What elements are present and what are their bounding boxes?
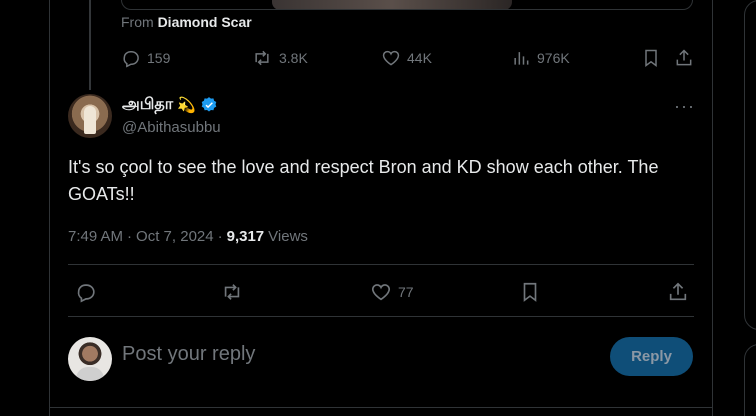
reply-icon xyxy=(123,51,139,68)
author-name-row: அபிதா 💫 xyxy=(122,95,218,115)
tweet-time[interactable]: 7:49 AM xyxy=(68,228,123,245)
more-options-icon[interactable]: ··· xyxy=(674,96,695,117)
share-icon xyxy=(669,282,687,301)
heart-icon xyxy=(371,284,391,301)
thread-line xyxy=(89,0,91,90)
tweet-bookmark-button[interactable] xyxy=(519,281,541,303)
media-preview[interactable] xyxy=(121,0,693,10)
share-button[interactable] xyxy=(674,48,694,68)
like-action[interactable]: 44K xyxy=(381,48,432,68)
repost-icon xyxy=(255,50,269,66)
sparkle-emoji: 💫 xyxy=(177,97,196,114)
author-display-name[interactable]: அபிதா xyxy=(122,95,173,115)
repost-icon xyxy=(224,284,240,300)
tweet-text: It's so çool to see the love and respect… xyxy=(68,157,659,204)
bookmark-icon xyxy=(645,49,657,67)
tweet-repost-button[interactable] xyxy=(220,281,244,303)
attribution-prefix: From xyxy=(121,14,154,30)
media-attribution: From Diamond Scar xyxy=(121,14,252,30)
next-section-divider xyxy=(49,407,713,416)
bookmark-button[interactable] xyxy=(641,48,661,68)
author-avatar[interactable] xyxy=(68,94,112,138)
divider xyxy=(68,316,694,317)
tweet-like-button[interactable]: 77 xyxy=(370,281,414,303)
share-icon xyxy=(676,49,692,66)
author-handle[interactable]: @Abithasubbu xyxy=(122,119,221,136)
reply-action[interactable]: 159 xyxy=(121,48,170,68)
heart-icon xyxy=(382,50,400,66)
meta-separator: · xyxy=(217,228,223,245)
reply-count: 159 xyxy=(147,50,171,66)
views-action[interactable]: 976K xyxy=(511,48,570,68)
views-count: 976K xyxy=(537,50,570,66)
verified-badge-icon[interactable] xyxy=(200,96,218,114)
bookmark-icon xyxy=(523,282,537,302)
bar-chart-icon xyxy=(514,52,529,65)
current-user-avatar[interactable] xyxy=(68,337,112,381)
tweet-meta: 7:49 AM · Oct 7, 2024 · 9,317 Views xyxy=(68,228,308,245)
repost-action[interactable]: 3.8K xyxy=(251,48,308,68)
reply-icon xyxy=(77,284,95,303)
meta-separator: · xyxy=(127,228,133,245)
tweet-views-label: Views xyxy=(268,228,308,245)
tweet-views-count: 9,317 xyxy=(226,228,265,245)
reply-submit-button[interactable]: Reply xyxy=(610,337,693,376)
tweet-like-count: 77 xyxy=(398,284,414,300)
sidebar-card-edge xyxy=(744,344,756,416)
divider xyxy=(68,264,694,265)
attribution-name[interactable]: Diamond Scar xyxy=(158,14,252,30)
like-count: 44K xyxy=(407,50,432,66)
tweet-date[interactable]: Oct 7, 2024 xyxy=(136,228,214,245)
repost-count: 3.8K xyxy=(279,50,308,66)
sidebar-card-edge xyxy=(744,0,756,330)
reply-input[interactable]: Post your reply xyxy=(122,343,255,366)
tweet-reply-button[interactable] xyxy=(75,281,97,303)
tweet-share-button[interactable] xyxy=(667,281,689,303)
